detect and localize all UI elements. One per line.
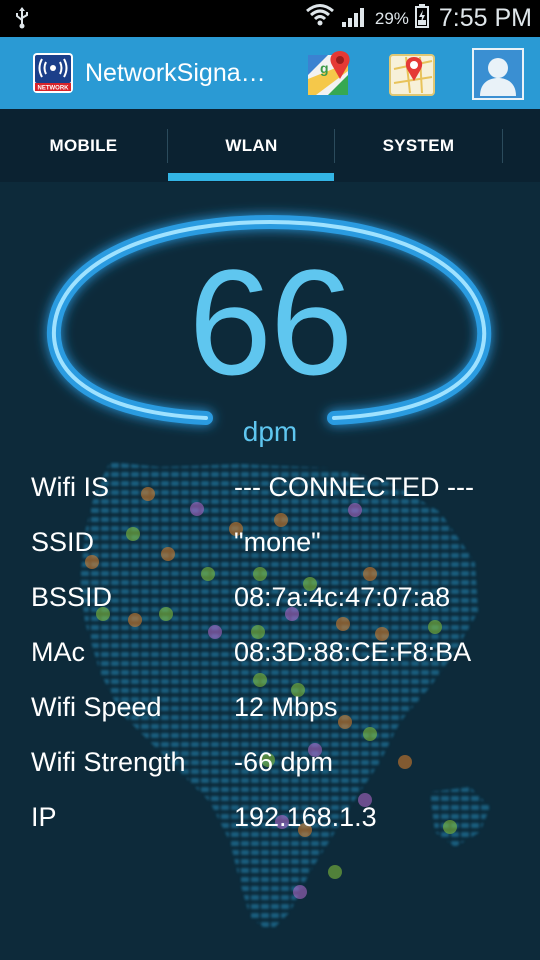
info-label: SSID <box>31 527 95 557</box>
info-label: Wifi Speed <box>31 692 162 722</box>
app-logo-text: NETWORK <box>38 86 70 92</box>
tab-system[interactable]: SYSTEM <box>335 109 502 182</box>
cell-signal-icon <box>341 4 369 33</box>
maps-icon: g <box>306 51 356 103</box>
status-bar: 29% 7:55 PM <box>0 0 540 37</box>
info-row-ssid: SSID "mone" <box>31 527 531 567</box>
info-row-bssid: BSSID 08:7a:4c:47:07:a8 <box>31 582 531 622</box>
info-row-wifi-speed: Wifi Speed 12 Mbps <box>31 692 531 732</box>
info-value: 08:7a:4c:47:07:a8 <box>234 582 451 612</box>
info-row-wifi-strength: Wifi Strength -66 dpm <box>31 747 531 787</box>
info-label: Wifi Strength <box>31 747 186 777</box>
maps-button[interactable]: g <box>306 49 356 99</box>
info-value: --- CONNECTED --- <box>234 472 474 502</box>
tab-mobile[interactable]: MOBILE <box>0 109 167 182</box>
action-bar: NETWORK NetworkSigna… g <box>0 37 540 109</box>
profile-icon <box>472 48 524 104</box>
usb-icon <box>14 7 30 34</box>
location-icon <box>388 54 438 103</box>
battery-percent: 29% <box>374 8 409 28</box>
battery-icon <box>414 4 429 33</box>
signal-unit: dpm <box>242 416 298 447</box>
info-value: 12 Mbps <box>234 692 338 722</box>
svg-text:g: g <box>320 60 329 76</box>
info-row-mac: MAc 08:3D:88:CE:F8:BA <box>31 637 531 677</box>
info-row-ip: IP 192.168.1.3 <box>31 802 531 842</box>
info-value: "mone" <box>234 527 321 557</box>
tab-wlan[interactable]: WLAN <box>168 109 335 182</box>
app-title: NetworkSigna… <box>85 59 266 87</box>
wlan-content: 66 dpm Wifi IS --- CONNECTED --- SSID "m… <box>0 182 540 960</box>
status-time: 7:55 PM <box>438 4 532 32</box>
tab-bar: MOBILE WLAN SYSTEM <box>0 109 540 183</box>
info-value: 08:3D:88:CE:F8:BA <box>234 637 472 667</box>
signal-value: 66 <box>188 238 354 406</box>
locate-button[interactable] <box>388 49 438 99</box>
app-logo-icon: NETWORK <box>33 53 73 93</box>
info-label: MAc <box>31 637 85 667</box>
info-value: -66 dpm <box>234 747 334 777</box>
profile-button[interactable] <box>472 48 524 100</box>
wifi-icon <box>305 3 335 34</box>
tab-selected-indicator <box>168 173 334 181</box>
info-label: Wifi IS <box>31 472 109 502</box>
info-value: 192.168.1.3 <box>234 802 377 832</box>
info-label: BSSID <box>31 582 113 612</box>
info-label: IP <box>31 802 57 832</box>
tab-divider <box>502 129 503 163</box>
info-row-wifi-status: Wifi IS --- CONNECTED --- <box>31 472 531 512</box>
